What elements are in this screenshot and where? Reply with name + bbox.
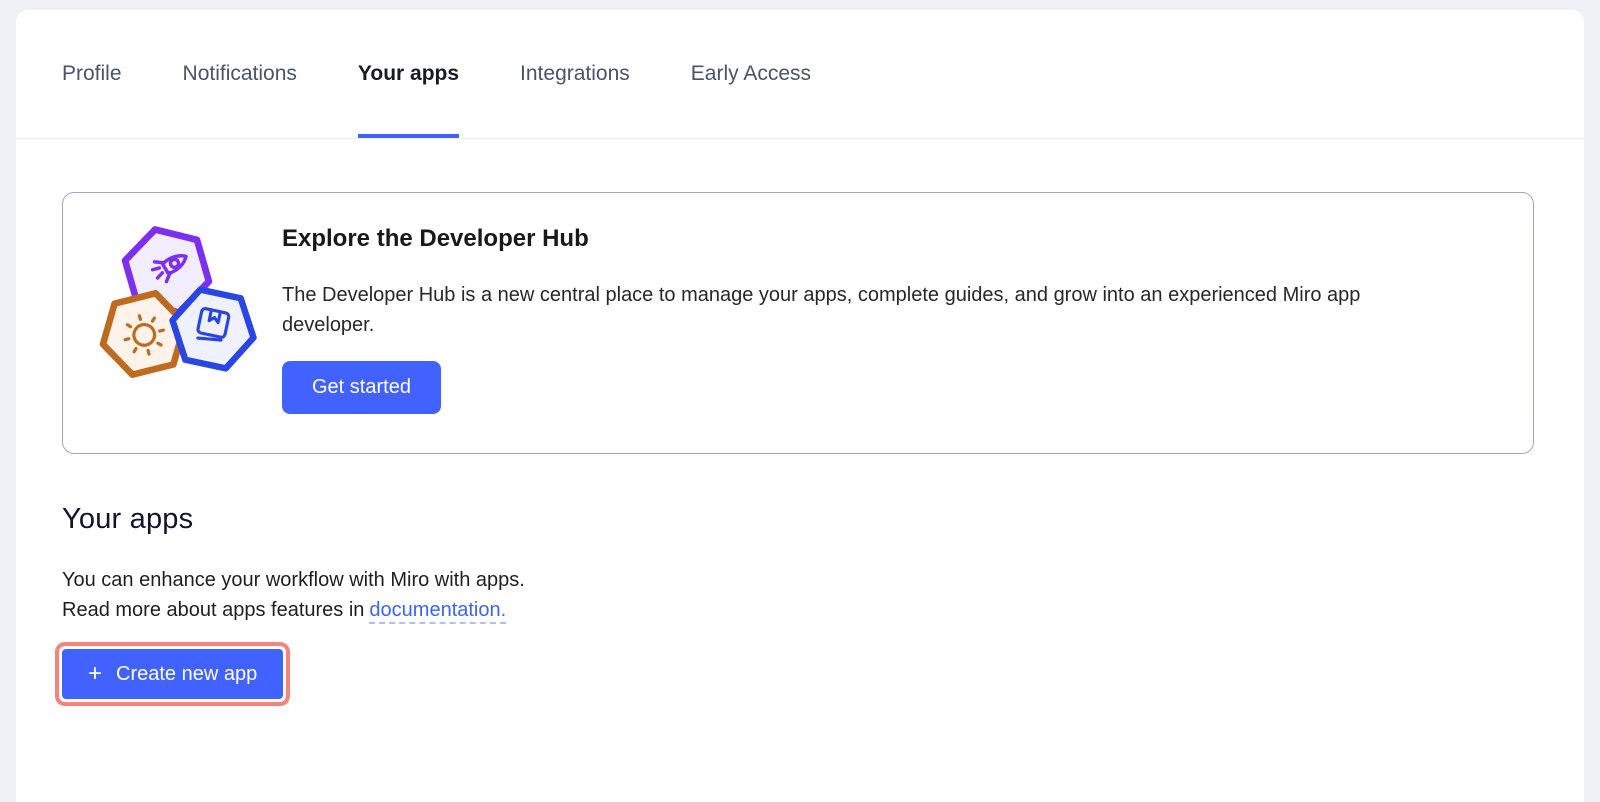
tab-profile[interactable]: Profile: [62, 10, 122, 138]
your-apps-heading: Your apps: [62, 503, 1584, 536]
tab-early-access[interactable]: Early Access: [691, 10, 811, 138]
intro-line-2: Read more about apps features in: [62, 599, 364, 621]
tab-integrations[interactable]: Integrations: [520, 10, 630, 138]
create-new-app-button[interactable]: + Create new app: [62, 649, 283, 699]
developer-hub-title: Explore the Developer Hub: [282, 225, 1493, 253]
developer-hub-card: Explore the Developer Hub The Developer …: [62, 192, 1534, 454]
book-hexagon-icon: [158, 274, 267, 383]
developer-hub-description: The Developer Hub is a new central place…: [282, 280, 1452, 340]
intro-line-1: You can enhance your workflow with Miro …: [62, 569, 525, 591]
annotation-highlight-box: + Create new app: [55, 642, 290, 706]
developer-hub-content: Explore the Developer Hub The Developer …: [282, 223, 1493, 423]
settings-tabbar: Profile Notifications Your apps Integrat…: [16, 10, 1584, 139]
get-started-button[interactable]: Get started: [282, 361, 441, 414]
your-apps-section: Your apps You can enhance your workflow …: [62, 503, 1584, 706]
documentation-link[interactable]: documentation.: [369, 599, 506, 624]
your-apps-intro: You can enhance your workflow with Miro …: [62, 566, 1584, 625]
tab-notifications[interactable]: Notifications: [183, 10, 297, 138]
settings-panel: Profile Notifications Your apps Integrat…: [16, 10, 1584, 802]
developer-hub-illustration: [97, 223, 282, 423]
tab-your-apps[interactable]: Your apps: [358, 10, 459, 138]
plus-icon: +: [88, 662, 102, 686]
create-new-app-label: Create new app: [116, 663, 257, 686]
